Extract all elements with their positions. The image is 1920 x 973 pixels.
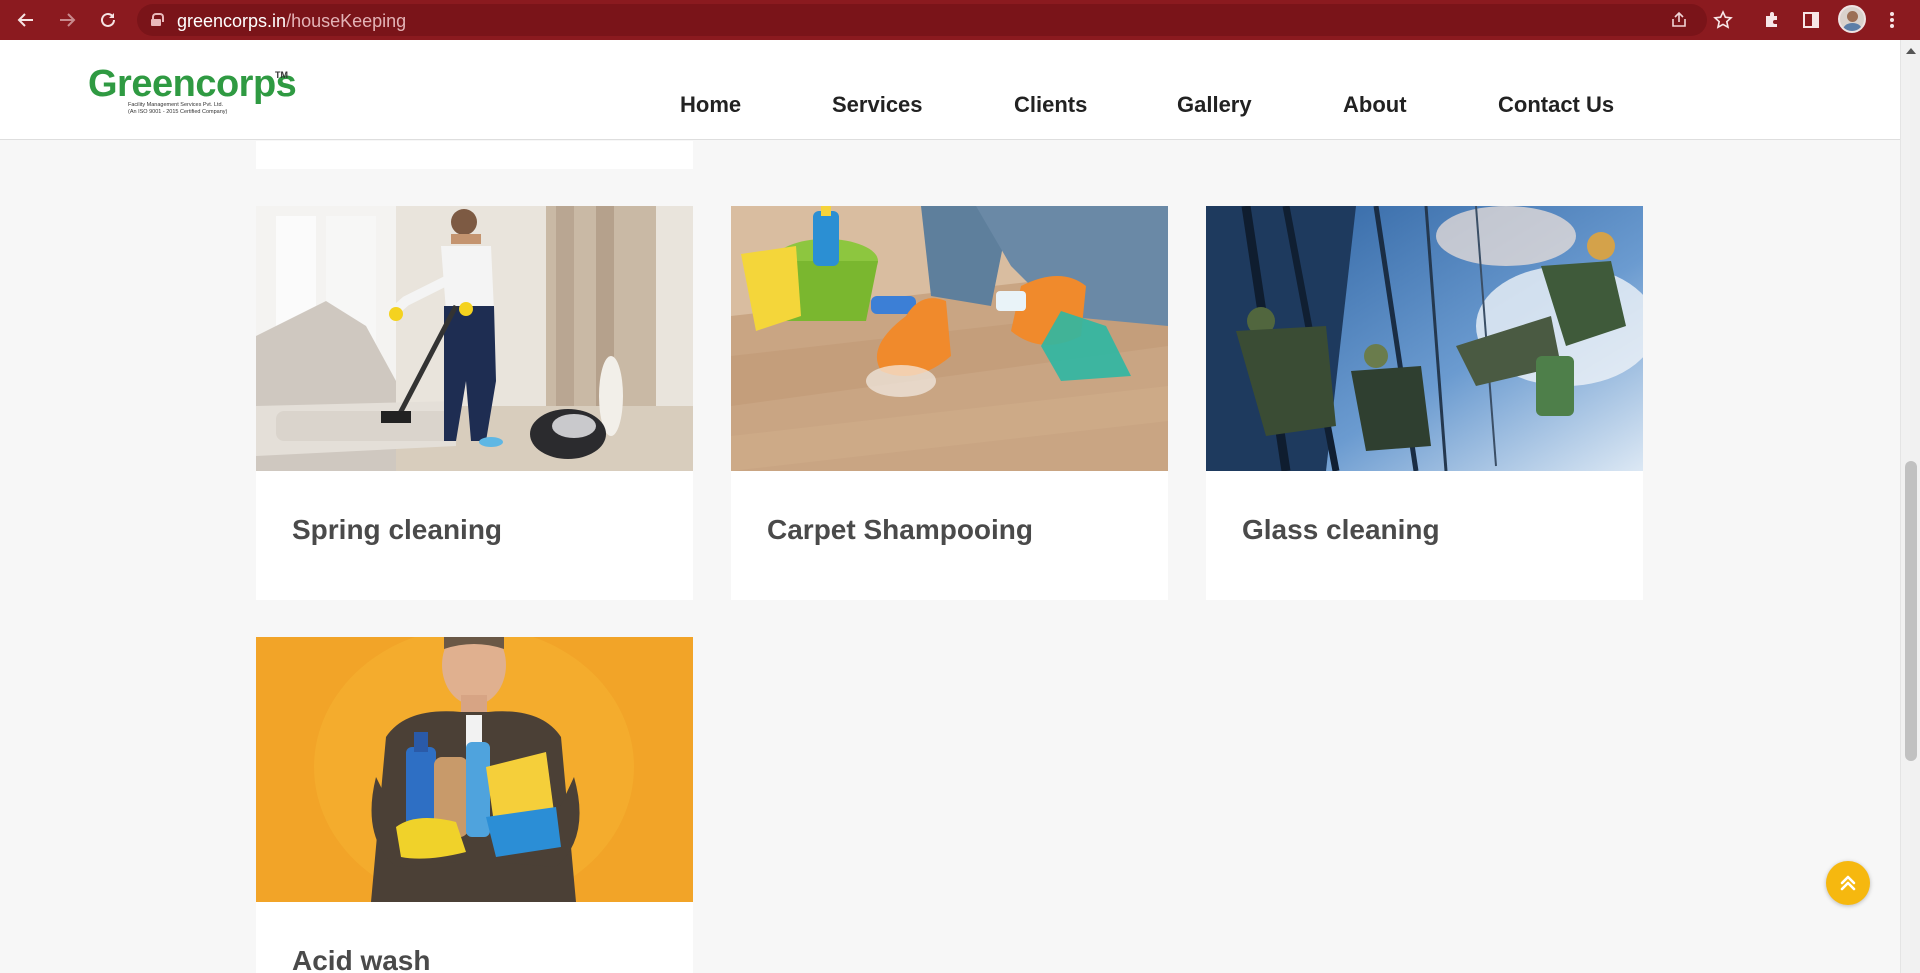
share-icon[interactable]: [1667, 8, 1691, 32]
browser-toolbar: greencorps.in/houseKeeping: [0, 0, 1920, 40]
kebab-menu-icon[interactable]: [1878, 6, 1906, 34]
nav-services[interactable]: Services: [832, 92, 923, 118]
logo-tagline-iso: (An ISO 9001 - 2015 Certified Company): [128, 109, 228, 115]
service-title[interactable]: Glass cleaning: [1242, 514, 1440, 546]
nav-about[interactable]: About: [1343, 92, 1407, 118]
nav-gallery[interactable]: Gallery: [1177, 92, 1252, 118]
services-grid: Spring cleaning Carpet Shampooing Glass …: [0, 141, 1900, 973]
nav-contact-us[interactable]: Contact Us: [1498, 92, 1614, 118]
scroll-up-arrow-icon[interactable]: [1906, 48, 1916, 54]
spring-cleaning-photo: [256, 206, 693, 471]
service-card-glass-cleaning[interactable]: Glass cleaning: [1206, 206, 1643, 600]
acid-wash-photo: [256, 637, 693, 902]
double-chevron-up-icon: [1840, 875, 1856, 891]
logo-tagline-company: Facility Management Services Pvt. Ltd.: [128, 102, 224, 108]
reload-button[interactable]: [94, 6, 122, 34]
puzzle-icon[interactable]: [1758, 6, 1786, 34]
carpet-shampooing-photo: [731, 206, 1168, 471]
forward-button[interactable]: [53, 6, 81, 34]
side-panel-icon[interactable]: [1797, 6, 1825, 34]
arrow-left-icon: [17, 13, 33, 27]
lock-icon: [151, 13, 164, 26]
service-title[interactable]: Acid wash: [292, 945, 430, 973]
scrollbar-thumb[interactable]: [1905, 461, 1917, 761]
back-button[interactable]: [12, 6, 40, 34]
greencorps-logo[interactable]: Greencorps TM Facility Management Servic…: [88, 64, 297, 116]
logo-trademark: TM: [275, 70, 288, 80]
logo-wordmark: Greencorps: [88, 63, 297, 105]
address-bar[interactable]: greencorps.in/houseKeeping: [137, 4, 1707, 36]
reload-icon: [101, 12, 115, 27]
service-card-carpet-shampooing[interactable]: Carpet Shampooing: [731, 206, 1168, 600]
service-card-spring-cleaning[interactable]: Spring cleaning: [256, 206, 693, 600]
nav-home[interactable]: Home: [680, 92, 741, 118]
service-card-acid-wash[interactable]: Acid wash: [256, 637, 693, 973]
service-title[interactable]: Spring cleaning: [292, 514, 502, 546]
site-header: Greencorps TM Facility Management Servic…: [0, 40, 1900, 140]
bookmark-star-icon[interactable]: [1709, 6, 1737, 34]
avatar[interactable]: [1838, 5, 1866, 33]
service-title[interactable]: Carpet Shampooing: [767, 514, 1033, 546]
glass-cleaning-photo: [1206, 206, 1643, 471]
back-to-top-button[interactable]: [1826, 861, 1870, 905]
nav-clients[interactable]: Clients: [1014, 92, 1087, 118]
page-scrollbar[interactable]: [1900, 40, 1920, 973]
arrow-right-icon: [60, 13, 76, 27]
previous-card-bottom: [256, 141, 693, 169]
url-text: greencorps.in/houseKeeping: [177, 11, 407, 31]
